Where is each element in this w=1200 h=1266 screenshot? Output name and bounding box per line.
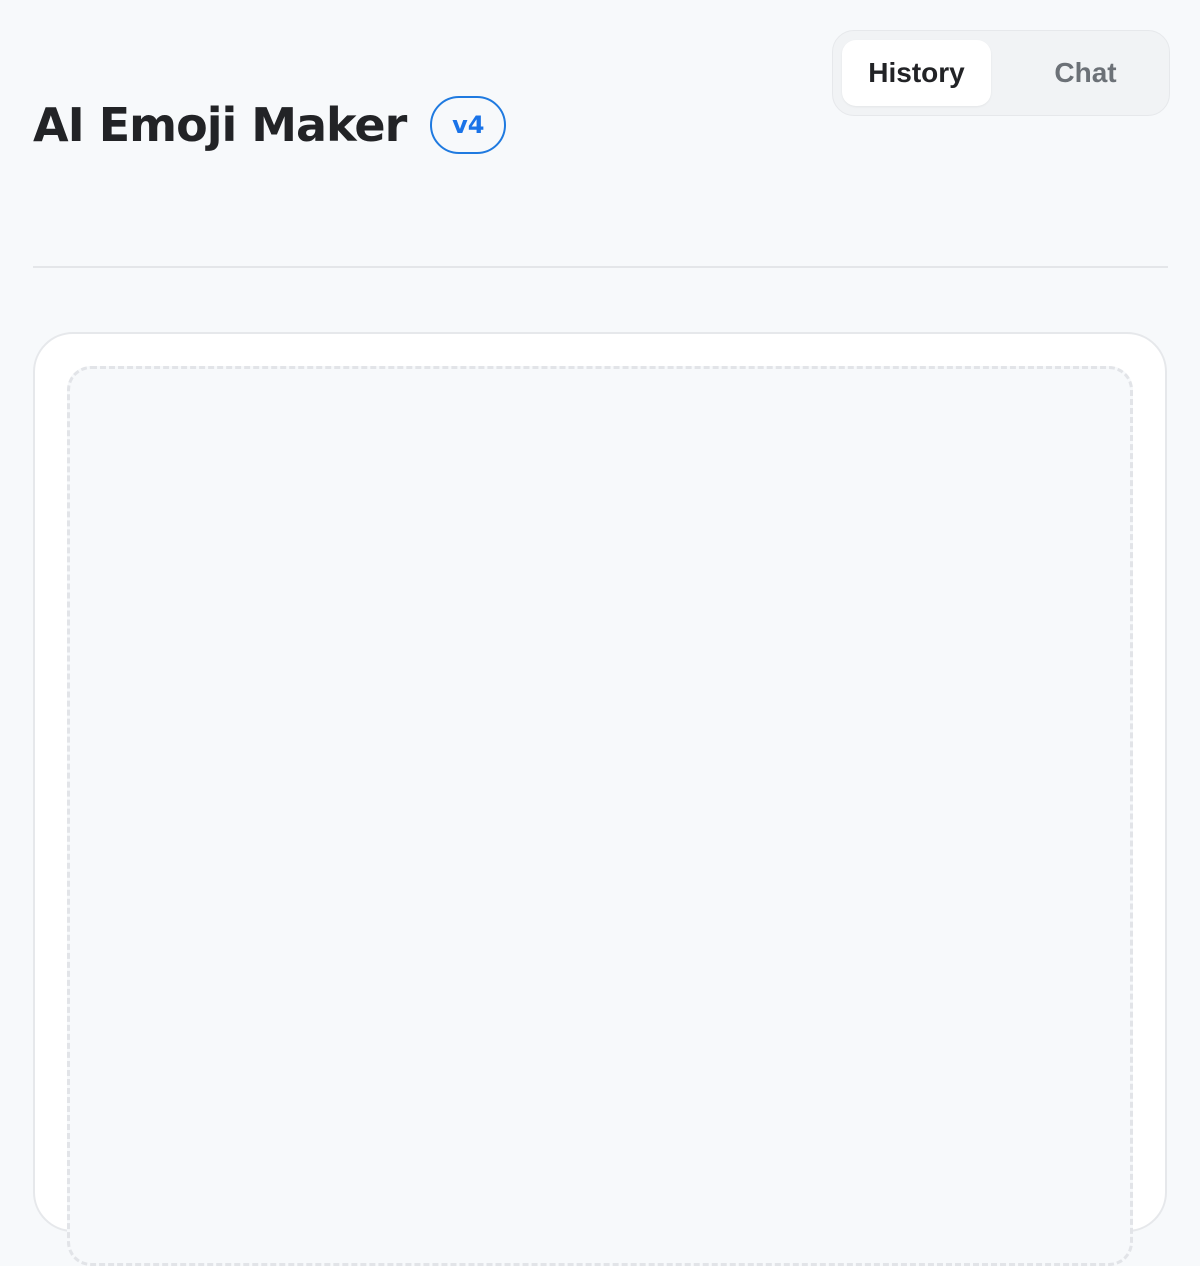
title-group: AI Emoji Maker v4 — [33, 94, 507, 156]
emoji-canvas-card — [33, 332, 1167, 1266]
tab-history[interactable]: History — [842, 40, 991, 106]
tab-chat[interactable]: Chat — [1011, 40, 1160, 106]
app-header: AI Emoji Maker v4 History Chat — [0, 0, 1200, 268]
view-toggle: History Chat — [832, 30, 1170, 116]
page-title: AI Emoji Maker — [33, 98, 407, 152]
header-divider — [33, 266, 1168, 268]
version-badge: v4 — [430, 96, 507, 154]
emoji-drop-zone[interactable] — [67, 366, 1133, 1266]
